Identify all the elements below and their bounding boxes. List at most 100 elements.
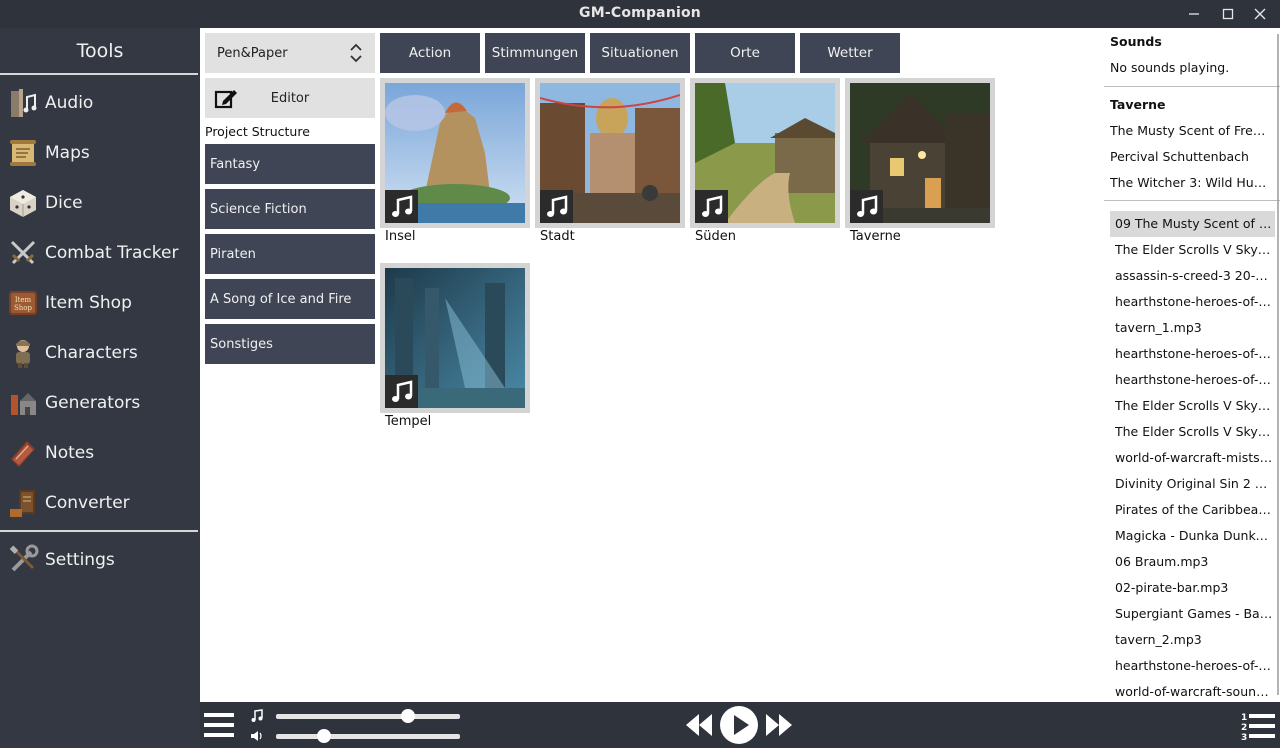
playlist-item[interactable]: The Elder Scrolls V Skyrim OST [1110, 237, 1275, 263]
editor-button[interactable]: Editor [205, 78, 375, 118]
music-volume-knob[interactable] [401, 709, 416, 723]
playlist-toggle-button[interactable]: 1 2 3 [1240, 710, 1276, 746]
close-button[interactable] [1250, 4, 1270, 24]
playlist-item[interactable]: tavern_2.mp3 [1110, 627, 1275, 653]
sidebar-item-label: Settings [45, 550, 115, 570]
scene-tile-insel[interactable] [380, 78, 530, 228]
hamburger-icon [204, 713, 234, 737]
sidebar-item-label: Notes [45, 443, 95, 463]
title-bar: GM-Companion [0, 0, 1280, 28]
playlist-item[interactable]: Magicka - Dunka Dunka.mp3 [1110, 523, 1275, 549]
playlist-item[interactable]: Supergiant Games - Bastion [1110, 601, 1275, 627]
mood-situationen-button[interactable]: Situationen [590, 33, 690, 73]
mood-action-button[interactable]: Action [380, 33, 480, 73]
numbered-list-icon: 1 2 3 [1241, 713, 1275, 743]
sidebar-item-notes[interactable]: Notes [0, 433, 200, 473]
minimize-button[interactable] [1184, 4, 1204, 24]
minimize-icon [1189, 13, 1199, 15]
info-panel: Sounds No sounds playing. Taverne The Mu… [1104, 28, 1280, 702]
playlist-item[interactable]: Pirates of the Caribbean OST [1110, 497, 1275, 523]
scene-label: Süden [695, 229, 736, 244]
sidebar-item-maps[interactable]: Maps [0, 133, 200, 173]
next-button[interactable] [764, 711, 794, 743]
playlist-item[interactable]: The Elder Scrolls V Skyrim Tavern [1110, 393, 1275, 419]
scene-tile-sueden[interactable] [690, 78, 840, 228]
svg-text:Item: Item [15, 296, 32, 304]
sidebar-item-characters[interactable]: Characters [0, 333, 200, 373]
category-fantasy[interactable]: Fantasy [205, 144, 375, 184]
sound-volume-slider[interactable] [276, 734, 460, 739]
music-note-icon [850, 190, 883, 223]
scene-tile-tempel[interactable] [380, 263, 530, 413]
playlist-item[interactable]: world-of-warcraft-mists-of-pandaria [1110, 445, 1275, 471]
scene-label: Tempel [385, 414, 432, 429]
playlist-item[interactable]: world-of-warcraft-soundtrack [1110, 679, 1275, 702]
sidebar-item-audio[interactable]: Audio [0, 83, 200, 123]
playlist-item[interactable]: The Elder Scrolls V Skyrim Inn [1110, 419, 1275, 445]
project-structure-label: Project Structure [205, 124, 310, 139]
sidebar-item-label: Maps [45, 143, 90, 163]
sidebar-title: Tools [76, 40, 124, 62]
playlist-item[interactable]: Divinity Original Sin 2 OST [1110, 471, 1275, 497]
mood-orte-button[interactable]: Orte [695, 33, 795, 73]
playlist-item[interactable]: assassin-s-creed-3 20-boston.mp3 [1110, 263, 1275, 289]
mood-stimmungen-button[interactable]: Stimmungen [485, 33, 585, 73]
updown-arrows-icon [349, 42, 363, 68]
sidebar-item-label: Characters [45, 343, 138, 363]
current-scene-heading: Taverne [1110, 97, 1166, 112]
sidebar-item-item-shop[interactable]: Item Shop Item Shop [0, 283, 200, 323]
current-track-artist: Percival Schuttenbach [1110, 149, 1249, 164]
menu-button[interactable] [204, 711, 234, 743]
mood-wetter-button[interactable]: Wetter [800, 33, 900, 73]
sidebar-item-generators[interactable]: Generators [0, 383, 200, 423]
scene-label: Taverne [850, 229, 901, 244]
sound-volume-knob[interactable] [316, 729, 331, 743]
sounds-heading: Sounds [1110, 34, 1162, 49]
music-note-icon [695, 190, 728, 223]
svg-text:Shop: Shop [14, 304, 33, 312]
previous-button[interactable] [684, 711, 714, 743]
scene-tile-taverne[interactable] [845, 78, 995, 228]
item-shop-icon: Item Shop [5, 285, 41, 321]
scene-label: Insel [385, 229, 416, 244]
close-icon [1254, 8, 1266, 20]
sidebar-item-dice[interactable]: Dice [0, 183, 200, 223]
book-icon [5, 435, 41, 471]
editor-label: Editor [270, 91, 310, 106]
playlist-item[interactable]: 06 Braum.mp3 [1110, 549, 1275, 575]
category-piraten[interactable]: Piraten [205, 234, 375, 274]
maximize-icon [1222, 8, 1234, 20]
project-select[interactable]: Pen&Paper [205, 33, 375, 73]
music-volume-slider[interactable] [276, 714, 460, 719]
playlist-item[interactable]: hearthstone-heroes-of-warcraft-3.mp3 [1110, 367, 1275, 393]
playlist-item[interactable]: hearthstone-heroes-of-warcraft-4.mp3 [1110, 653, 1275, 679]
divider [0, 73, 198, 75]
music-note-icon [385, 190, 418, 223]
playlist-item[interactable]: 02-pirate-bar.mp3 [1110, 575, 1275, 601]
map-scroll-icon [5, 135, 41, 171]
window-title: GM-Companion [579, 5, 701, 21]
music-note-icon [540, 190, 573, 223]
sound-volume-icon [250, 728, 264, 747]
crossed-swords-icon [5, 235, 41, 271]
music-volume-icon [250, 708, 264, 727]
play-button[interactable] [719, 705, 759, 748]
sidebar-item-label: Item Shop [45, 293, 132, 313]
sidebar-item-converter[interactable]: Converter [0, 483, 200, 523]
category-sonstiges[interactable]: Sonstiges [205, 324, 375, 364]
sidebar-item-label: Audio [45, 93, 94, 113]
sidebar-item-settings[interactable]: Settings [0, 540, 200, 580]
playlist-item[interactable]: hearthstone-heroes-of-warcraft.mp3 [1110, 289, 1275, 315]
play-icon [720, 706, 758, 744]
sidebar-item-combat-tracker[interactable]: Combat Tracker [0, 233, 200, 273]
playlist-item[interactable]: tavern_1.mp3 [1110, 315, 1275, 341]
maximize-button[interactable] [1218, 4, 1238, 24]
scene-tile-stadt[interactable] [535, 78, 685, 228]
playlist-item[interactable]: hearthstone-heroes-of-warcraft-2.mp3 [1110, 341, 1275, 367]
sidebar-item-label: Combat Tracker [45, 243, 179, 263]
category-song-of-ice-and-fire[interactable]: A Song of Ice and Fire [205, 279, 375, 319]
playlist-scrollbar[interactable] [1272, 32, 1280, 697]
playlist-item[interactable]: 09 The Musty Scent of Fresh Pâté.mp3 [1110, 211, 1275, 237]
category-science-fiction[interactable]: Science Fiction [205, 189, 375, 229]
scene-label: Stadt [540, 229, 575, 244]
